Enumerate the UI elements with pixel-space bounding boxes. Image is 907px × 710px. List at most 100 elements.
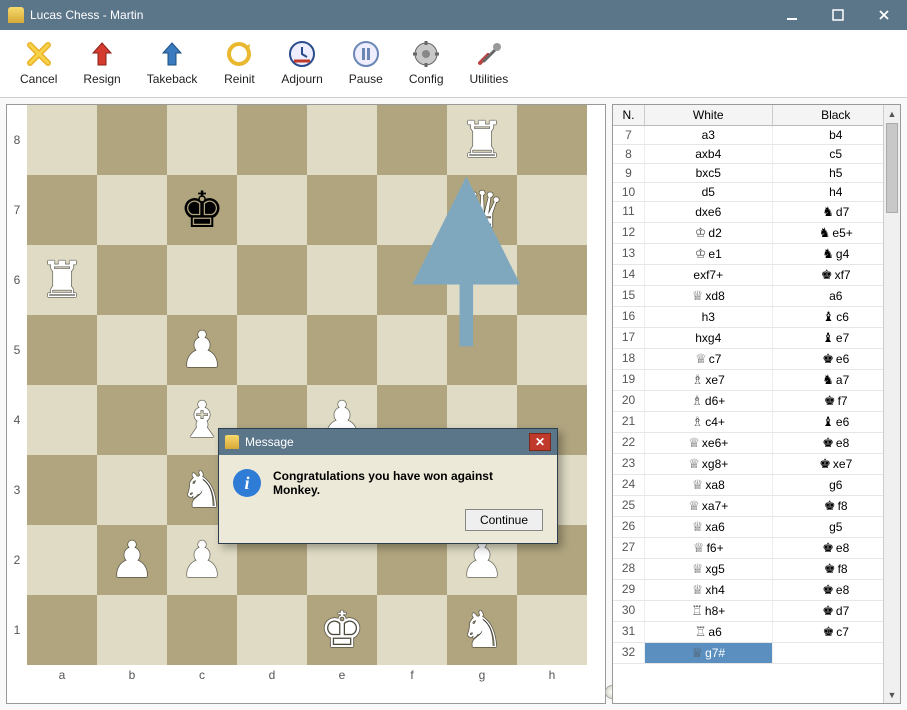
move-white[interactable]: ♕f6+ — [645, 538, 773, 558]
resign-button[interactable]: Resign — [81, 36, 122, 88]
move-row[interactable]: 26♕xa6g5 — [613, 517, 900, 538]
square-g7[interactable]: ♛ — [447, 175, 517, 245]
move-black[interactable]: ♞a7 — [773, 370, 901, 390]
move-row[interactable]: 32♕g7# — [613, 643, 900, 664]
square-d6[interactable] — [237, 245, 307, 315]
square-b5[interactable] — [97, 315, 167, 385]
continue-button[interactable]: Continue — [465, 509, 543, 531]
move-black[interactable]: ♚xf7 — [773, 265, 901, 285]
square-f8[interactable] — [377, 105, 447, 175]
square-b7[interactable] — [97, 175, 167, 245]
square-b1[interactable] — [97, 595, 167, 665]
square-c7[interactable]: ♚ — [167, 175, 237, 245]
dialog-titlebar[interactable]: Message ✕ — [219, 429, 557, 455]
move-row[interactable]: 14exf7+♚xf7 — [613, 265, 900, 286]
square-h5[interactable] — [517, 315, 587, 385]
move-white[interactable]: hxg4 — [645, 328, 773, 348]
square-d7[interactable] — [237, 175, 307, 245]
move-black[interactable]: ♚c7 — [773, 622, 901, 642]
move-white[interactable]: bxc5 — [645, 164, 773, 182]
square-e8[interactable] — [307, 105, 377, 175]
maximize-button[interactable] — [815, 1, 861, 29]
piece[interactable]: ♞ — [460, 605, 505, 655]
square-f5[interactable] — [377, 315, 447, 385]
move-white[interactable]: ♕c7 — [645, 349, 773, 369]
chess-board[interactable]: 8♜7♚♛6♜5♟4♝♟3♞2♟♟♟1♚♞abcdefgh — [6, 104, 606, 704]
move-list-body[interactable]: 7a3b48axb4c59bxc5h510d5h411dxe6♞d712♔d2♞… — [613, 126, 900, 703]
square-a2[interactable] — [27, 525, 97, 595]
move-black[interactable]: ♝e6 — [773, 412, 901, 432]
move-row[interactable]: 29♕xh4♚e8 — [613, 580, 900, 601]
square-a4[interactable] — [27, 385, 97, 455]
move-white[interactable]: ♗xe7 — [645, 370, 773, 390]
scroll-down-icon[interactable]: ▼ — [884, 686, 900, 703]
square-a6[interactable]: ♜ — [27, 245, 97, 315]
square-b8[interactable] — [97, 105, 167, 175]
move-black[interactable]: ♚d7 — [773, 601, 901, 621]
square-a3[interactable] — [27, 455, 97, 525]
piece[interactable]: ♟ — [110, 535, 155, 585]
move-black[interactable]: g6 — [773, 475, 901, 495]
move-white[interactable]: ♕xg5 — [645, 559, 773, 579]
move-black[interactable]: ♚e6 — [773, 349, 901, 369]
move-white[interactable]: axb4 — [645, 145, 773, 163]
square-b3[interactable] — [97, 455, 167, 525]
square-a1[interactable] — [27, 595, 97, 665]
adjourn-button[interactable]: Adjourn — [279, 36, 324, 88]
move-black[interactable]: ♚e8 — [773, 433, 901, 453]
move-white[interactable]: ♕xh4 — [645, 580, 773, 600]
move-black[interactable]: c5 — [773, 145, 901, 163]
col-n[interactable]: N. — [613, 105, 645, 125]
move-row[interactable]: 9bxc5h5 — [613, 164, 900, 183]
move-white[interactable]: ♕xa7+ — [645, 496, 773, 516]
move-row[interactable]: 22♕xe6+♚e8 — [613, 433, 900, 454]
square-f7[interactable] — [377, 175, 447, 245]
move-black[interactable]: ♚f8 — [773, 559, 901, 579]
square-e5[interactable] — [307, 315, 377, 385]
piece[interactable]: ♛ — [460, 185, 505, 235]
move-row[interactable]: 21♗c4+♝e6 — [613, 412, 900, 433]
move-black[interactable]: g5 — [773, 517, 901, 537]
move-row[interactable]: 7a3b4 — [613, 126, 900, 145]
move-black[interactable]: b4 — [773, 126, 901, 144]
move-row[interactable]: 31♖a6♚c7 — [613, 622, 900, 643]
config-button[interactable]: Config — [407, 36, 446, 88]
piece[interactable]: ♚ — [180, 185, 225, 235]
pause-button[interactable]: Pause — [347, 36, 385, 88]
square-a7[interactable] — [27, 175, 97, 245]
move-white[interactable]: dxe6 — [645, 202, 773, 222]
move-row[interactable]: 11dxe6♞d7 — [613, 202, 900, 223]
col-white[interactable]: White — [645, 105, 773, 125]
move-black[interactable]: h4 — [773, 183, 901, 201]
move-black[interactable]: ♚e8 — [773, 580, 901, 600]
move-row[interactable]: 23♕xg8+♚xe7 — [613, 454, 900, 475]
move-row[interactable]: 8axb4c5 — [613, 145, 900, 164]
piece[interactable]: ♜ — [40, 255, 85, 305]
square-c1[interactable] — [167, 595, 237, 665]
move-black[interactable] — [773, 643, 901, 663]
scroll-up-icon[interactable]: ▲ — [884, 105, 900, 122]
move-black[interactable]: ♝c6 — [773, 307, 901, 327]
move-white[interactable]: ♕xd8 — [645, 286, 773, 306]
move-row[interactable]: 13♔e1♞g4 — [613, 244, 900, 265]
move-row[interactable]: 17hxg4♝e7 — [613, 328, 900, 349]
close-button[interactable] — [861, 1, 907, 29]
move-row[interactable]: 24♕xa8g6 — [613, 475, 900, 496]
move-black[interactable]: ♚e8 — [773, 538, 901, 558]
move-row[interactable]: 27♕f6+♚e8 — [613, 538, 900, 559]
move-white[interactable]: ♖a6 — [645, 622, 773, 642]
move-white[interactable]: ♗c4+ — [645, 412, 773, 432]
square-a8[interactable] — [27, 105, 97, 175]
square-c5[interactable]: ♟ — [167, 315, 237, 385]
move-row[interactable]: 25♕xa7+♚f8 — [613, 496, 900, 517]
square-b2[interactable]: ♟ — [97, 525, 167, 595]
move-black[interactable]: ♝e7 — [773, 328, 901, 348]
move-white[interactable]: exf7+ — [645, 265, 773, 285]
piece[interactable]: ♟ — [180, 325, 225, 375]
scrollbar[interactable]: ▲ ▼ — [883, 105, 900, 703]
square-c6[interactable] — [167, 245, 237, 315]
square-g6[interactable] — [447, 245, 517, 315]
move-black[interactable]: ♞d7 — [773, 202, 901, 222]
move-black[interactable]: ♚f7 — [773, 391, 901, 411]
move-white[interactable]: ♕xg8+ — [645, 454, 773, 474]
